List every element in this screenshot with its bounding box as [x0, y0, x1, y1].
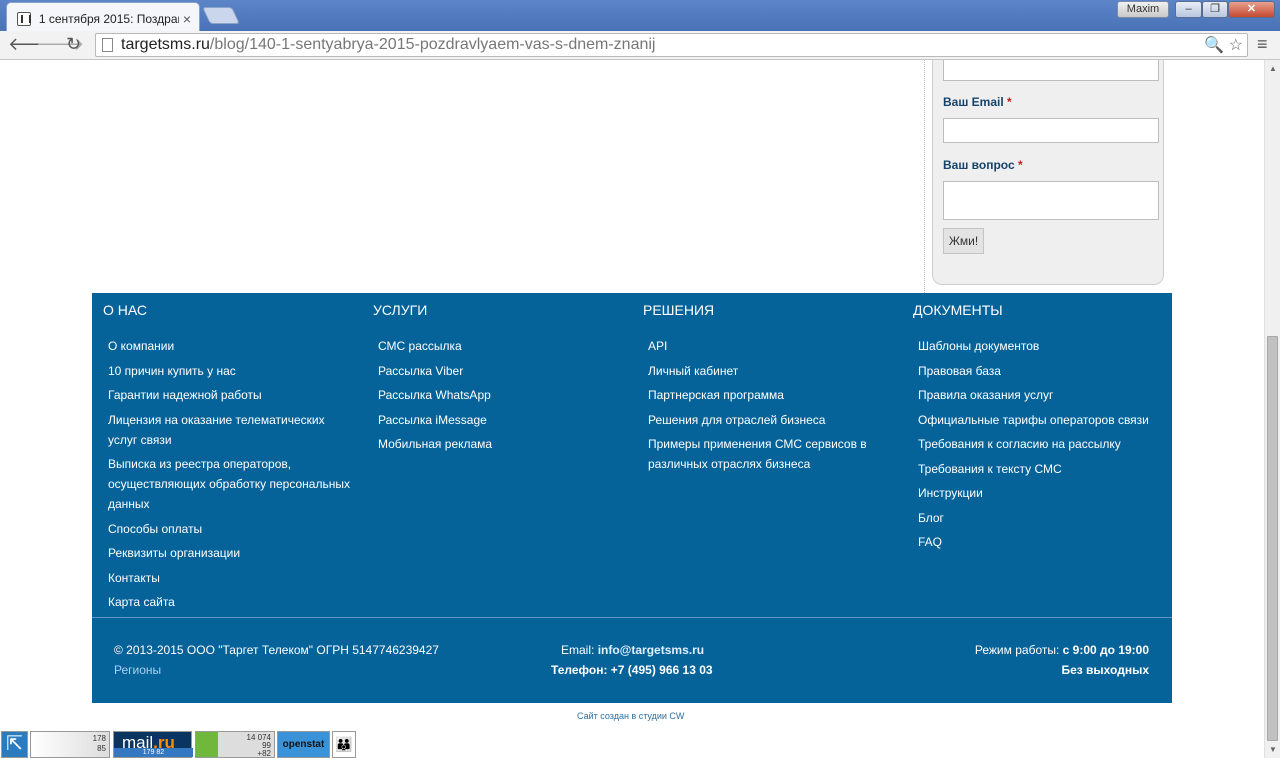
footer-link[interactable]: Инструкции: [918, 483, 1188, 503]
question-label: Ваш вопрос *: [943, 158, 1023, 172]
browser-tab-active[interactable]: 1 сентября 2015: Поздравляем ×: [6, 2, 200, 31]
tab-title: 1 сентября 2015: Поздравляем: [38, 12, 179, 26]
counter-liveinternet[interactable]: 178 85: [30, 731, 110, 758]
contact-email: Email: info@targetsms.ru: [561, 643, 705, 657]
web-page: Ваш Email * Ваш вопрос * Жми! О НАС О ко…: [0, 60, 1264, 758]
reload-icon[interactable]: ↻: [66, 34, 81, 54]
footer-link[interactable]: Официальные тарифы операторов связи: [918, 410, 1188, 430]
footer-divider: [92, 617, 1172, 618]
tab-close-icon[interactable]: ×: [183, 12, 191, 26]
window-close-button[interactable]: ✕: [1228, 1, 1275, 18]
contact-phone: Телефон: +7 (495) 966 13 03: [551, 663, 713, 677]
footer-link[interactable]: Мобильная реклама: [378, 434, 622, 454]
profile-button[interactable]: Maxim: [1117, 1, 1169, 18]
footer-link[interactable]: О компании: [108, 336, 352, 356]
footer-link[interactable]: Правила оказания услуг: [918, 385, 1188, 405]
footer-link[interactable]: Блог: [918, 508, 1188, 528]
footer-link[interactable]: Контакты: [108, 568, 352, 588]
site-favicon-icon: [17, 12, 31, 26]
question-form: Ваш Email * Ваш вопрос * Жми!: [932, 60, 1164, 285]
site-footer: О НАС О компании 10 причин купить у нас …: [92, 293, 1172, 703]
email-link[interactable]: info@targetsms.ru: [598, 643, 704, 657]
counter-mailru[interactable]: mail.ru 179 82: [113, 731, 193, 758]
browser-menu-icon[interactable]: ≡: [1257, 35, 1268, 53]
email-label: Ваш Email *: [943, 95, 1012, 109]
footer-link[interactable]: API: [648, 336, 892, 356]
url-path: /blog/140-1-sentyabrya-2015-pozdravlyaem…: [209, 36, 656, 53]
footer-link[interactable]: СМС рассылка: [378, 336, 622, 356]
submit-button[interactable]: Жми!: [943, 228, 984, 254]
counter-arrow-icon[interactable]: ⇱: [1, 731, 28, 758]
working-hours: Режим работы: с 9:00 до 19:00: [974, 643, 1149, 657]
footer-link[interactable]: Шаблоны документов: [918, 336, 1188, 356]
footer-link[interactable]: Лицензия на оказание телематических услу…: [108, 410, 352, 450]
question-textarea[interactable]: [943, 181, 1159, 220]
scrollbar-thumb[interactable]: [1267, 336, 1278, 741]
window-minimize-button[interactable]: –: [1175, 1, 1202, 18]
footer-link[interactable]: 10 причин купить у нас: [108, 361, 352, 381]
counters-bar: ⇱ 178 85 mail.ru 179 82 14 074 99 +82 opens…: [0, 731, 360, 758]
new-tab-button[interactable]: [202, 7, 240, 24]
footer-column-title: РЕШЕНИЯ: [643, 302, 715, 318]
footer-link[interactable]: Рассылка WhatsApp: [378, 385, 622, 405]
url-host: targetsms.ru: [121, 36, 210, 53]
footer-link[interactable]: Требования к согласию на рассылку: [918, 434, 1188, 454]
content-sidebar-divider: [924, 60, 925, 293]
studio-credit-link[interactable]: Сайт создан в студии CW: [577, 711, 684, 721]
browser-toolbar: 🡐 🡒 ↻ targetsms.ru/blog/140-1-sentyabrya…: [0, 31, 1280, 60]
scroll-up-icon[interactable]: ▲: [1269, 64, 1277, 73]
counter-people-icon[interactable]: 👪: [332, 731, 356, 758]
footer-link[interactable]: FAQ: [918, 532, 1188, 552]
footer-link[interactable]: Правовая база: [918, 361, 1188, 381]
counter-hotlog[interactable]: 14 074 99 +82: [195, 731, 275, 758]
url-text[interactable]: targetsms.ru/blog/140-1-sentyabrya-2015-…: [121, 36, 655, 54]
footer-link[interactable]: Способы оплаты: [108, 519, 352, 539]
working-days: Без выходных: [1061, 663, 1149, 677]
footer-link[interactable]: Личный кабинет: [648, 361, 892, 381]
footer-link[interactable]: Выписка из реестра операторов, осуществл…: [108, 454, 352, 514]
footer-column-title: ДОКУМЕНТЫ: [913, 302, 1003, 318]
browser-titlebar: 1 сентября 2015: Поздравляем × Maxim – ❐…: [0, 0, 1280, 31]
footer-link[interactable]: Партнерская программа: [648, 385, 892, 405]
footer-link[interactable]: Рассылка Viber: [378, 361, 622, 381]
footer-link[interactable]: Примеры применения СМС сервисов в различ…: [648, 434, 892, 474]
name-field[interactable]: [943, 60, 1159, 81]
email-field[interactable]: [943, 118, 1159, 143]
footer-link[interactable]: Требования к тексту СМС: [918, 459, 1188, 479]
zoom-and-bookmark-star-icon[interactable]: 🔍 ☆: [1204, 35, 1243, 55]
footer-link[interactable]: Рассылка iMessage: [378, 410, 622, 430]
footer-column-title: О НАС: [103, 302, 148, 318]
address-bar[interactable]: targetsms.ru/blog/140-1-sentyabrya-2015-…: [95, 33, 1248, 57]
counter-openstat[interactable]: openstat: [277, 731, 330, 758]
footer-column-title: УСЛУГИ: [373, 302, 428, 318]
footer-link[interactable]: Карта сайта: [108, 592, 352, 612]
footer-link[interactable]: Реквизиты организации: [108, 543, 352, 563]
window-restore-button[interactable]: ❐: [1202, 1, 1228, 18]
footer-link[interactable]: Решения для отраслей бизнеса: [648, 410, 892, 430]
page-icon: [102, 38, 113, 52]
footer-link[interactable]: Гарантии надежной работы: [108, 385, 352, 405]
vertical-scrollbar[interactable]: ▲ ▼: [1264, 60, 1280, 758]
regions-link[interactable]: Регионы: [114, 663, 161, 677]
scroll-down-icon[interactable]: ▼: [1269, 745, 1277, 754]
copyright-text: © 2013-2015 ООО "Таргет Телеком" ОГРН 51…: [114, 643, 439, 657]
